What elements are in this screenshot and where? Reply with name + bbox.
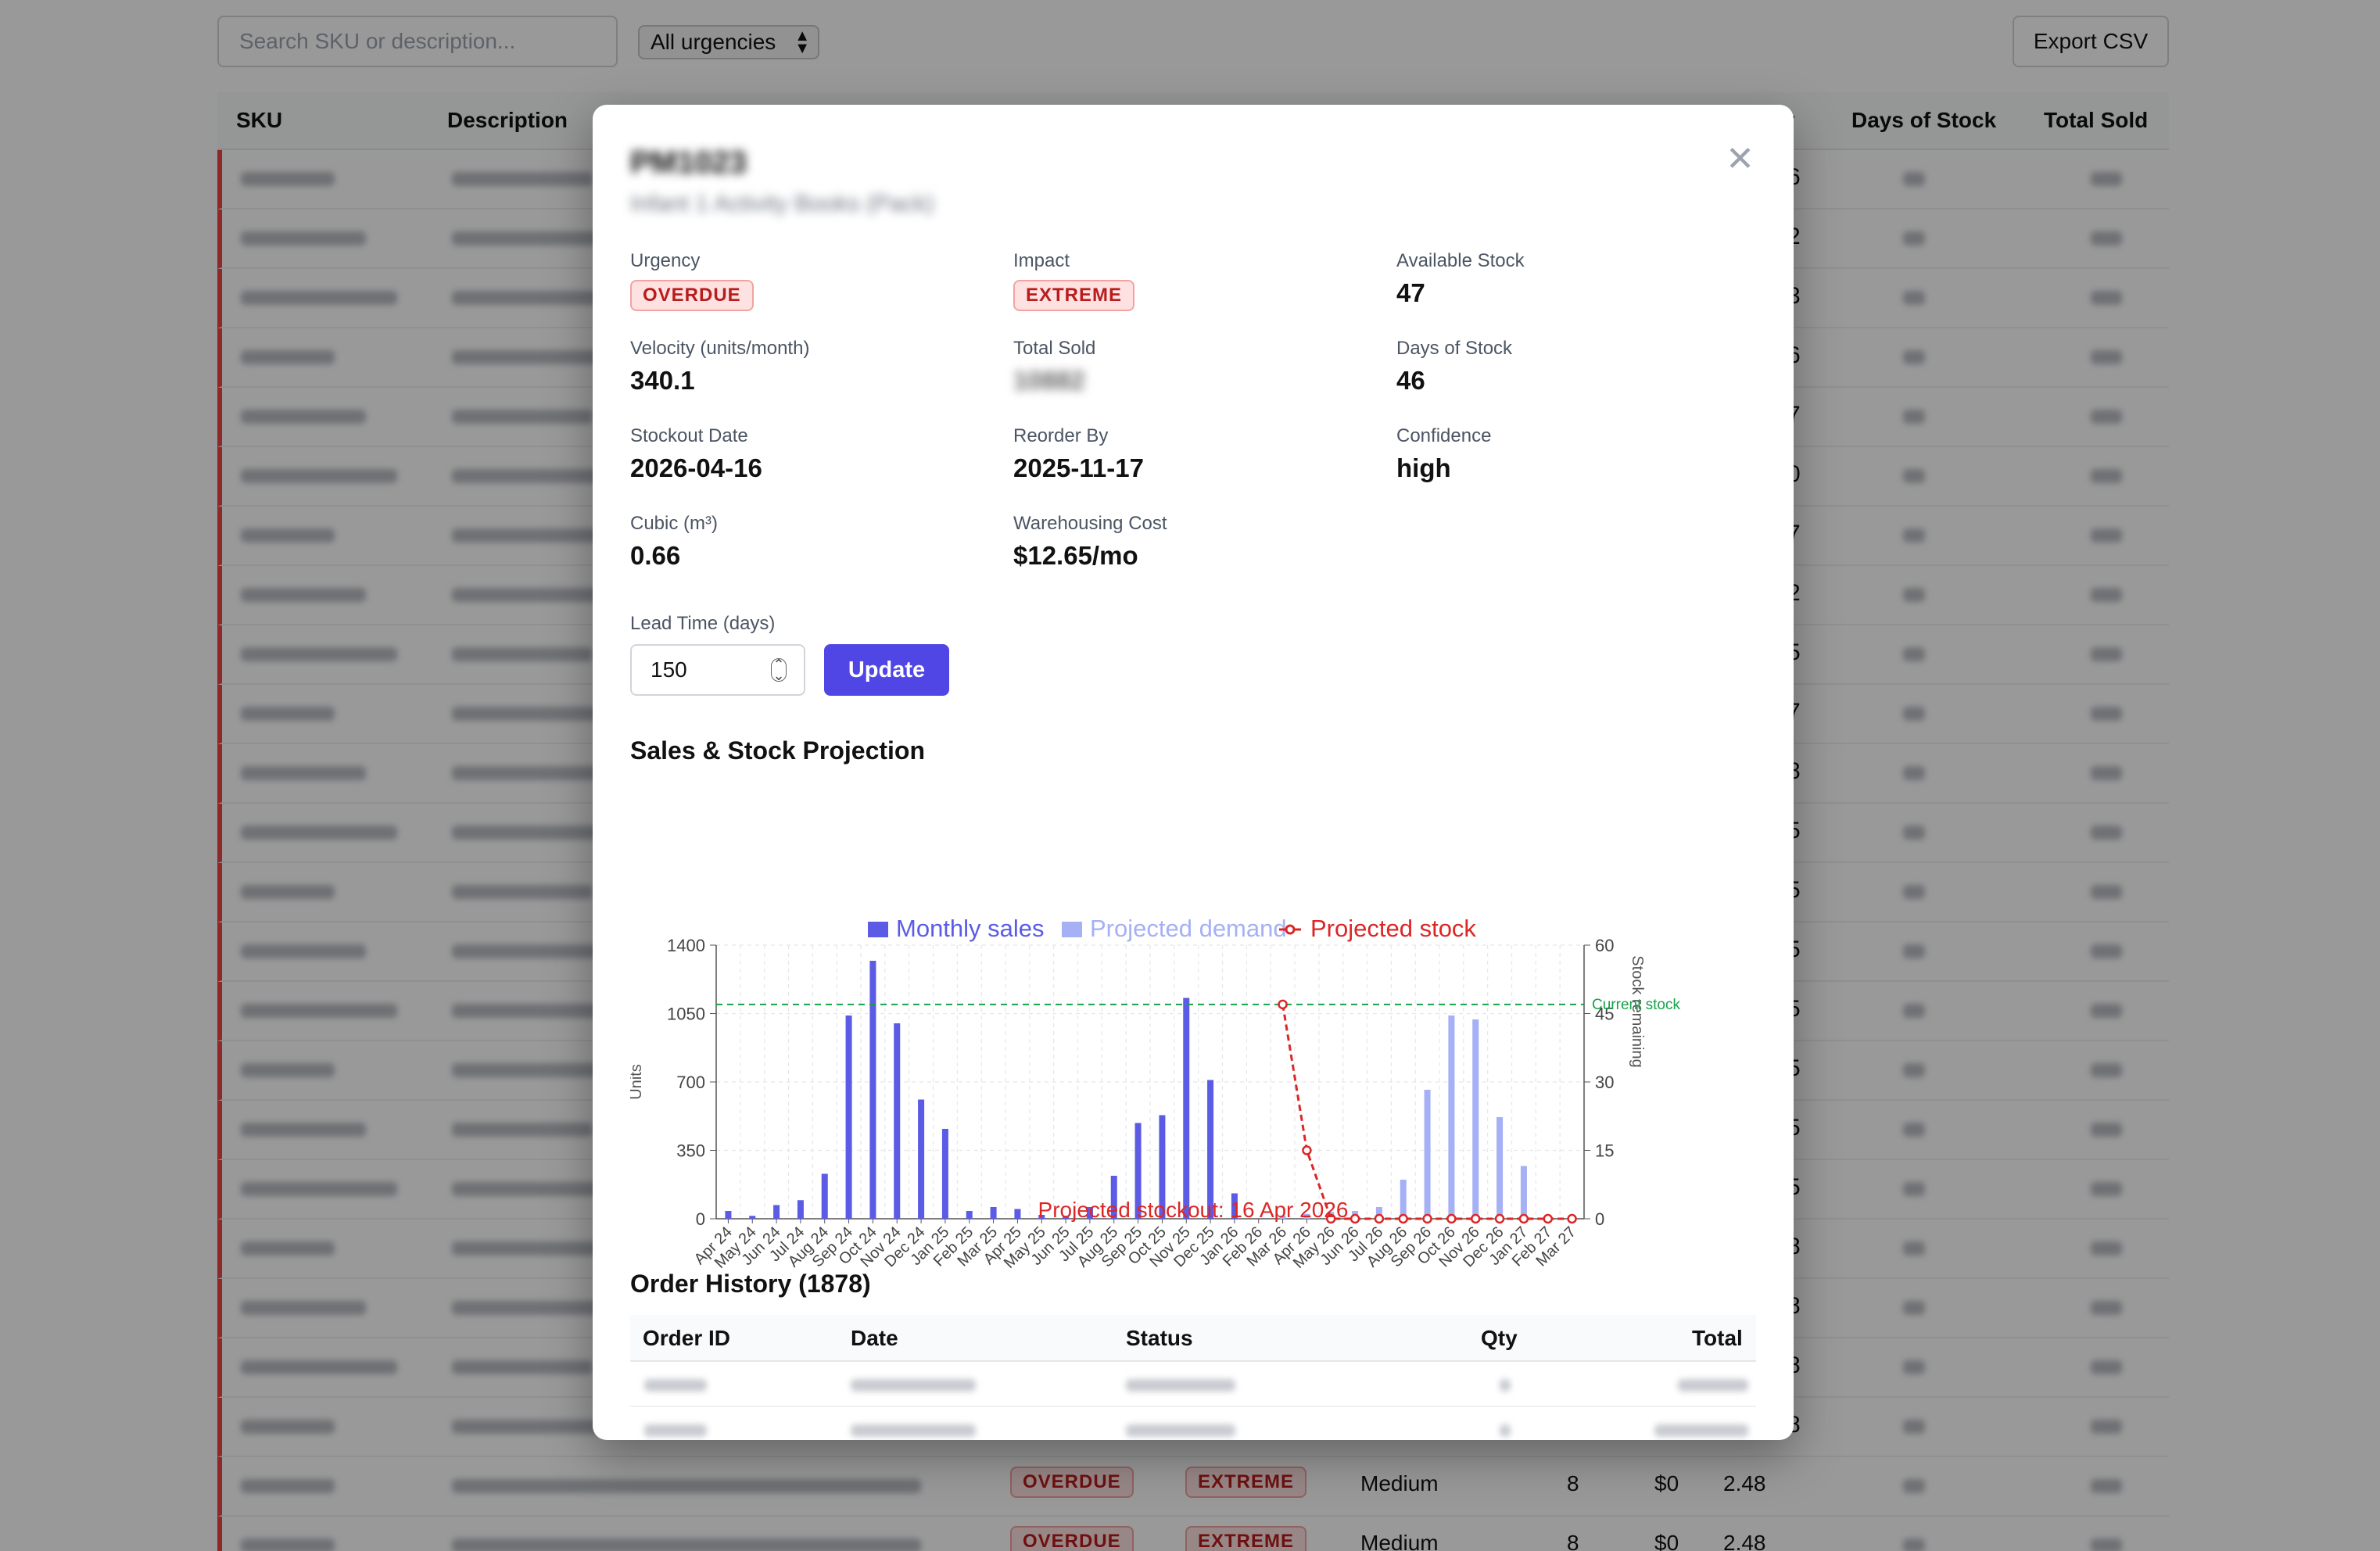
order-history-header: Order ID Date Status Qty Total: [630, 1315, 1756, 1362]
order-history-title: Order History (1878): [630, 1270, 871, 1298]
column-order-id: Order ID: [643, 1326, 731, 1350]
projected-stockout-text: Projected stockout: 16 Apr 2026: [1038, 1198, 1349, 1222]
y2-tick-label: 30: [1595, 1073, 1614, 1092]
y-tick-label: 350: [676, 1141, 705, 1161]
redacted-cell: [1678, 1379, 1748, 1392]
update-button[interactable]: Update: [824, 644, 949, 696]
chart-title: Sales & Stock Projection: [630, 736, 926, 765]
stat-days-of-stock: Days of Stock 46: [1396, 338, 1512, 396]
stat-value: $12.65/mo: [1013, 541, 1138, 570]
demand-bar: [1448, 1015, 1455, 1219]
urgency-badge: OVERDUE: [630, 280, 754, 311]
sales-bar: [1183, 998, 1190, 1219]
stepper-icon[interactable]: ⌃ ⌄: [771, 657, 787, 682]
stat-cubic: Cubic (m³) 0.66: [630, 513, 718, 571]
stat-value: 2025-11-17: [1013, 453, 1144, 482]
legend-label: Monthly sales: [896, 915, 1045, 942]
stat-total-sold: Total Sold 10882: [1013, 338, 1095, 396]
redacted-cell: [1126, 1424, 1235, 1437]
stat-label: Stockout Date: [630, 425, 748, 446]
stat-label: Urgency: [630, 250, 701, 271]
stat-warehousing-cost: Warehousing Cost $12.65/mo: [1013, 513, 1167, 571]
column-total: Total: [1692, 1326, 1743, 1350]
stat-label: Impact: [1013, 250, 1070, 271]
impact-badge: EXTREME: [1013, 280, 1135, 311]
legend-label: Projected stock: [1310, 915, 1476, 942]
redacted-cell: [851, 1424, 976, 1437]
stat-label: Velocity (units/month): [630, 338, 810, 359]
stat-label: Available Stock: [1396, 250, 1525, 271]
lead-time-value: 150: [651, 657, 687, 682]
modal-sku-description: Infant 1 Activity Books (Pack): [630, 191, 934, 217]
stat-value: 0.66: [630, 541, 681, 570]
stat-label: Confidence: [1396, 425, 1492, 446]
stat-label: Total Sold: [1013, 338, 1096, 359]
demand-bar: [1472, 1019, 1479, 1219]
modal-sku-title: PM1023: [630, 145, 747, 180]
lead-time-input[interactable]: 150 ⌃ ⌄: [630, 644, 805, 696]
stat-value: 2026-04-16: [630, 453, 762, 482]
column-qty: Qty: [1481, 1326, 1518, 1350]
redacted-cell: [1500, 1424, 1511, 1437]
stat-value: 340.1: [630, 366, 695, 395]
stat-stockout-date: Stockout Date 2026-04-16: [630, 425, 762, 483]
stat-impact: Impact EXTREME: [1013, 250, 1135, 311]
projected-stock-point: [1278, 999, 1288, 1010]
stat-label: Reorder By: [1013, 425, 1109, 446]
stat-label: Warehousing Cost: [1013, 513, 1167, 534]
legend-swatch: [868, 922, 888, 937]
stat-reorder-by: Reorder By 2025-11-17: [1013, 425, 1144, 483]
stat-label: Cubic (m³): [630, 513, 718, 534]
y-tick-label: 700: [676, 1073, 705, 1092]
column-status: Status: [1126, 1326, 1193, 1350]
table-row[interactable]: [630, 1407, 1756, 1440]
stat-value: high: [1396, 453, 1451, 482]
legend-swatch: [1062, 922, 1082, 937]
legend-marker: [1285, 924, 1296, 935]
redacted-cell: [1500, 1379, 1511, 1392]
sales-bar: [894, 1023, 901, 1219]
redacted-cell: [644, 1379, 707, 1392]
stat-velocity: Velocity (units/month) 340.1: [630, 338, 809, 396]
stat-value: 47: [1396, 278, 1425, 307]
redacted-cell: [1654, 1424, 1748, 1437]
current-stock-label: Current stock: [1592, 997, 1680, 1013]
y-axis-label: Units: [630, 1064, 645, 1100]
redacted-cell: [644, 1424, 707, 1437]
sales-bar: [845, 1015, 852, 1219]
redacted-cell: [1126, 1379, 1235, 1392]
column-date: Date: [851, 1326, 898, 1350]
stat-confidence: Confidence high: [1396, 425, 1491, 483]
y2-tick-label: 60: [1595, 936, 1614, 955]
lead-time-label: Lead Time (days): [630, 613, 776, 634]
sales-bar: [869, 961, 876, 1219]
y2-tick-label: 15: [1595, 1141, 1614, 1161]
projected-stock-point: [1302, 1145, 1312, 1155]
stat-value-redacted: 10882: [1013, 366, 1085, 395]
order-history-table: Order ID Date Status Qty Total: [630, 1315, 1756, 1440]
y-tick-label: 1400: [667, 936, 705, 955]
close-icon[interactable]: ✕: [1726, 142, 1755, 177]
stat-value: 46: [1396, 366, 1425, 395]
redacted-cell: [851, 1379, 976, 1392]
legend-label: Projected demand: [1090, 915, 1287, 942]
stat-urgency: Urgency OVERDUE: [630, 250, 754, 311]
table-row[interactable]: [630, 1362, 1756, 1407]
stat-label: Days of Stock: [1396, 338, 1513, 359]
y-tick-label: 1050: [667, 1005, 705, 1024]
sku-detail-modal: ✕ PM1023 Infant 1 Activity Books (Pack) …: [593, 105, 1794, 1440]
stat-available-stock: Available Stock 47: [1396, 250, 1525, 308]
